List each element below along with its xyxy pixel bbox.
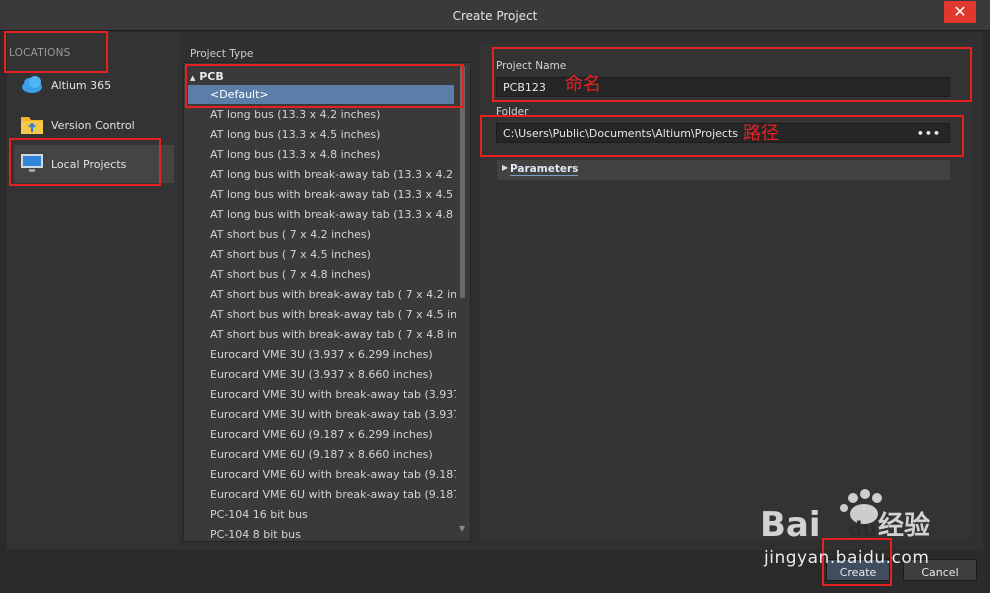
annotation-box-project-name bbox=[492, 47, 972, 102]
watermark-url: jingyan.baidu.com bbox=[764, 548, 930, 568]
list-item[interactable]: Eurocard VME 3U with break-away tab (3.9… bbox=[210, 385, 456, 404]
location-label: Version Control bbox=[51, 119, 135, 132]
svg-text:经验: 经验 bbox=[878, 510, 930, 541]
scroll-down-arrow-icon[interactable]: ▼ bbox=[459, 524, 465, 533]
list-item[interactable]: Eurocard VME 3U (3.937 x 8.660 inches) bbox=[210, 365, 456, 384]
annotation-text-name: 命名 bbox=[565, 74, 601, 95]
list-item[interactable]: Eurocard VME 6U with break-away tab (9.1… bbox=[210, 485, 456, 504]
list-item[interactable]: Eurocard VME 6U (9.187 x 8.660 inches) bbox=[210, 445, 456, 464]
list-item[interactable]: AT short bus ( 7 x 4.8 inches) bbox=[210, 265, 456, 284]
list-item[interactable]: AT long bus (13.3 x 4.8 inches) bbox=[210, 145, 456, 164]
list-item[interactable]: AT short bus ( 7 x 4.2 inches) bbox=[210, 225, 456, 244]
window-title: Create Project bbox=[452, 9, 538, 23]
project-type-scrollbar[interactable]: ▼ bbox=[459, 66, 467, 536]
list-item[interactable]: Eurocard VME 6U with break-away tab (9.1… bbox=[210, 465, 456, 484]
annotation-box-locations bbox=[4, 31, 108, 73]
location-label: Altium 365 bbox=[51, 79, 112, 92]
expand-arrow-icon: ▶ bbox=[502, 163, 509, 172]
list-item[interactable]: AT short bus with break-away tab ( 7 x 4… bbox=[210, 325, 456, 344]
list-item[interactable]: AT long bus (13.3 x 4.5 inches) bbox=[210, 125, 456, 144]
cloud-icon bbox=[22, 76, 42, 93]
parameters-label: Parameters bbox=[510, 163, 579, 176]
title-bar: Create Project ✕ bbox=[0, 0, 990, 31]
annotation-box-local-projects bbox=[9, 138, 161, 186]
list-item[interactable]: AT long bus with break-away tab (13.3 x … bbox=[210, 205, 456, 224]
annotation-box-folder bbox=[480, 115, 964, 157]
list-item[interactable]: AT short bus ( 7 x 4.5 inches) bbox=[210, 245, 456, 264]
folder-icon bbox=[21, 117, 43, 134]
list-item[interactable]: PC-104 8 bit bus bbox=[210, 525, 456, 541]
list-item[interactable]: AT long bus with break-away tab (13.3 x … bbox=[210, 185, 456, 204]
list-item[interactable]: AT short bus with break-away tab ( 7 x 4… bbox=[210, 305, 456, 324]
list-item[interactable]: Eurocard VME 3U (3.937 x 6.299 inches) bbox=[210, 345, 456, 364]
annotation-box-default bbox=[185, 64, 464, 108]
svg-text:Bai: Bai bbox=[760, 505, 821, 545]
parameters-section[interactable]: ▶ Parameters bbox=[497, 160, 950, 180]
list-item[interactable]: Eurocard VME 3U with break-away tab (3.9… bbox=[210, 405, 456, 424]
svg-text:du: du bbox=[848, 517, 877, 541]
list-item[interactable]: AT short bus with break-away tab ( 7 x 4… bbox=[210, 285, 456, 304]
list-item[interactable]: PC-104 16 bit bus bbox=[210, 505, 456, 524]
list-item[interactable]: AT long bus with break-away tab (13.3 x … bbox=[210, 165, 456, 184]
annotation-text-path: 路径 bbox=[743, 123, 779, 144]
project-type-list[interactable]: ▲ PCB <Default> AT long bus (13.3 x 4.2 … bbox=[183, 62, 471, 542]
list-item[interactable]: Eurocard VME 6U (9.187 x 6.299 inches) bbox=[210, 425, 456, 444]
close-button[interactable]: ✕ bbox=[944, 1, 976, 23]
project-type-label: Project Type bbox=[190, 48, 254, 60]
